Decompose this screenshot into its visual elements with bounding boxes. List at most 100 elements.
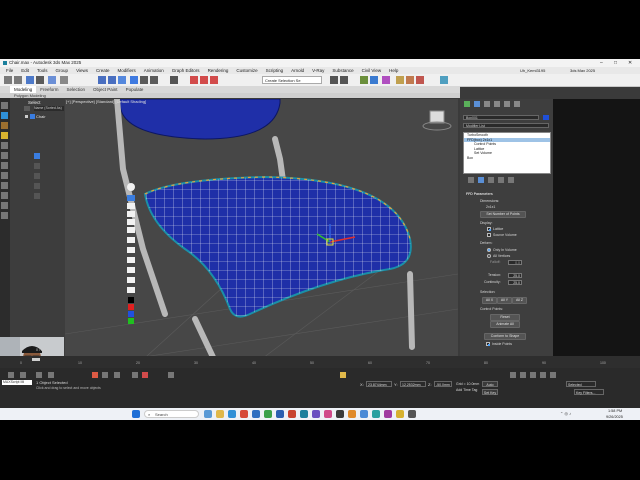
menu-civil-view[interactable]: Civil View xyxy=(358,67,385,74)
show-end-result-icon[interactable] xyxy=(478,177,484,183)
display-children-icon[interactable] xyxy=(1,192,8,199)
sync-selection-icon[interactable] xyxy=(1,212,8,219)
app-icon-10[interactable] xyxy=(336,410,344,418)
ribbon-tab-populate[interactable]: Populate xyxy=(122,86,148,93)
add-time-tag-button[interactable]: Add Time Tag xyxy=(456,388,477,392)
pin-stack-icon[interactable] xyxy=(468,177,474,183)
y-coordinate-field[interactable]: 12.2532mm xyxy=(400,381,426,387)
make-unique-icon[interactable] xyxy=(488,177,494,183)
menu-modifiers[interactable]: Modifiers xyxy=(114,67,140,74)
modifier-stack[interactable]: TurboSmooth FFD(box) 2x1x1 Control Point… xyxy=(463,132,551,174)
menu-edit[interactable]: Edit xyxy=(17,67,33,74)
ribbon-tab-object-paint[interactable]: Object Paint xyxy=(89,86,122,93)
render-production-icon[interactable] xyxy=(416,76,424,84)
select-move-icon[interactable] xyxy=(130,76,138,84)
object-color-swatch[interactable] xyxy=(543,115,549,120)
excel-icon[interactable] xyxy=(264,410,272,418)
menu-group[interactable]: Group xyxy=(52,67,73,74)
source-volume-checkbox[interactable] xyxy=(487,233,491,237)
layer-icon[interactable] xyxy=(34,153,40,159)
record-icon[interactable] xyxy=(92,372,98,378)
display-cameras-icon[interactable] xyxy=(1,142,8,149)
highlighter-tool-icon[interactable] xyxy=(127,219,135,225)
remove-modifier-icon[interactable] xyxy=(498,177,504,183)
only-in-volume-radio[interactable] xyxy=(487,248,491,252)
minimize-icon[interactable]: – xyxy=(600,59,603,67)
x-coordinate-field[interactable]: 23.8744mm xyxy=(366,381,392,387)
timeline-ruler[interactable]: 0 10 20 30 40 50 60 70 80 90 100 xyxy=(20,361,620,367)
menu-animation[interactable]: Animation xyxy=(140,67,168,74)
display-helpers-icon[interactable] xyxy=(1,152,8,159)
redo-icon[interactable] xyxy=(14,76,22,84)
prev-frame-icon[interactable] xyxy=(520,372,526,378)
stack-item-box[interactable]: Box xyxy=(464,156,550,161)
scene-explorer-select-header[interactable]: Select xyxy=(28,100,41,105)
display-spacewarps-icon[interactable] xyxy=(1,162,8,169)
ribbon-tab-modeling[interactable]: Modeling xyxy=(10,86,37,93)
undo-icon[interactable] xyxy=(4,76,12,84)
bulb-icon[interactable] xyxy=(127,183,135,191)
auto-key-button[interactable]: Auto Key xyxy=(482,381,498,393)
menu-help[interactable]: Help xyxy=(385,67,402,74)
teams-icon[interactable] xyxy=(312,410,320,418)
task-view-icon[interactable] xyxy=(204,410,212,418)
menu-scripting[interactable]: Scripting xyxy=(262,67,288,74)
taskbar-search[interactable]: Search xyxy=(144,410,199,418)
lock-selection-icon[interactable] xyxy=(142,372,148,378)
delete-key-icon[interactable] xyxy=(48,372,54,378)
display-none-icon[interactable] xyxy=(1,102,8,109)
menu-views[interactable]: Views xyxy=(72,67,92,74)
select-object-icon[interactable] xyxy=(98,76,106,84)
display-lights-icon[interactable] xyxy=(1,132,8,139)
sort-column-header[interactable]: Name (Sorted As) xyxy=(34,106,64,111)
color-red-swatch[interactable] xyxy=(128,304,134,310)
system-tray-icons[interactable]: ⌃ ◎ ♪ xyxy=(560,411,571,416)
all-x-button[interactable]: All X xyxy=(482,297,497,304)
display-all-icon[interactable] xyxy=(1,182,8,189)
isolate-icon[interactable] xyxy=(132,372,138,378)
arnold-icon[interactable] xyxy=(440,76,448,84)
bind-space-warp-icon[interactable] xyxy=(48,76,56,84)
modify-tab-icon[interactable] xyxy=(474,101,480,107)
display-geometry-icon[interactable] xyxy=(1,112,8,119)
key-filter-icon[interactable] xyxy=(340,372,346,378)
app-icon-14[interactable] xyxy=(384,410,392,418)
inside-points-checkbox[interactable] xyxy=(486,342,490,346)
word-icon[interactable] xyxy=(276,410,284,418)
camera-draw-icon[interactable] xyxy=(127,287,135,293)
chrome-icon[interactable] xyxy=(240,410,248,418)
perspective-viewport[interactable]: [+] [Perspective] [Standard] [Default Sh… xyxy=(65,99,458,394)
column-eye-icon[interactable] xyxy=(24,106,30,111)
next-frame-icon[interactable] xyxy=(540,372,546,378)
color-blue-swatch[interactable] xyxy=(128,311,134,317)
menu-v-ray[interactable]: V-Ray xyxy=(308,67,328,74)
select-tool-icon[interactable] xyxy=(127,195,135,201)
scene-item-chair[interactable]: Chair xyxy=(36,114,46,119)
powerpoint-icon[interactable] xyxy=(288,410,296,418)
unlink-icon[interactable] xyxy=(36,76,44,84)
configure-sets-icon[interactable] xyxy=(508,177,514,183)
app-icon-13[interactable] xyxy=(372,410,380,418)
ribbon-tab-freeform[interactable]: Freeform xyxy=(36,86,62,93)
animate-all-button[interactable]: Animate All xyxy=(490,321,520,328)
schematic-view-icon[interactable] xyxy=(370,76,378,84)
layer-manager-icon[interactable] xyxy=(102,372,108,378)
all-vertices-radio[interactable] xyxy=(487,254,491,258)
transform-type-in-icon[interactable] xyxy=(168,372,174,378)
mirror-icon[interactable] xyxy=(330,76,338,84)
select-by-name-icon[interactable] xyxy=(108,76,116,84)
user-account[interactable]: Uh_Kemi3195 xyxy=(520,67,545,74)
snap-toggle-icon[interactable] xyxy=(190,76,198,84)
layer-hide-icon[interactable] xyxy=(34,193,40,199)
menu-tools[interactable]: Tools xyxy=(33,67,52,74)
select-scale-icon[interactable] xyxy=(150,76,158,84)
z-coordinate-field[interactable]: -50.0mm xyxy=(434,381,452,387)
utilities-tab-icon[interactable] xyxy=(514,101,520,107)
selection-filter-icon[interactable] xyxy=(60,76,68,84)
outlook-icon[interactable] xyxy=(252,410,260,418)
ribbon-tab-selection[interactable]: Selection xyxy=(63,86,90,93)
layer-add-icon[interactable] xyxy=(34,163,40,169)
edge-icon[interactable] xyxy=(228,410,236,418)
layer-freeze-icon[interactable] xyxy=(34,183,40,189)
marker-tool-icon[interactable] xyxy=(127,211,135,217)
